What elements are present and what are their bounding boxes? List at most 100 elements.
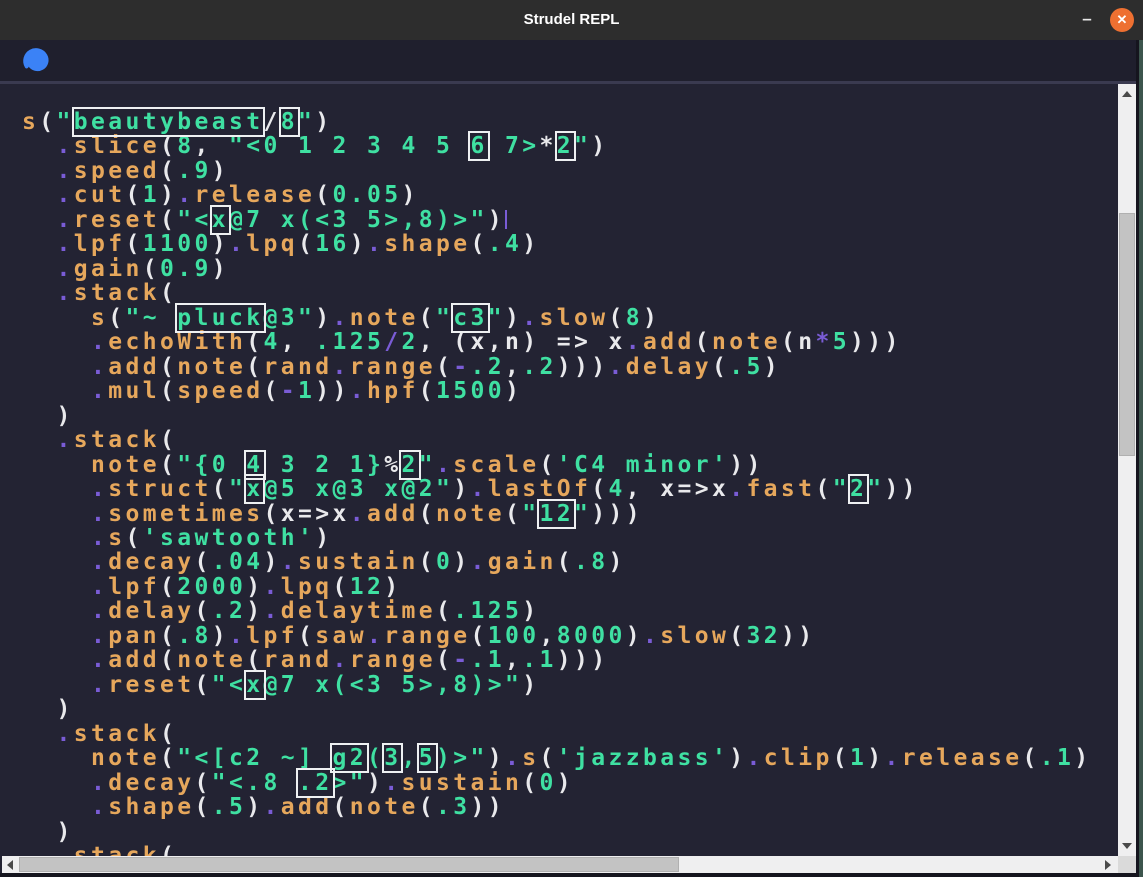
code-token: ( [195,672,212,698]
code-line[interactable]: .reset("<x@7 x(<3 5>,8)>") [22,673,1118,697]
code-line[interactable]: .lpf(1100).lpq(16).shape(.4) [22,232,1118,256]
code-token [22,476,91,502]
code-line[interactable]: note("<[c2 ~] g2(3,5)>").s('jazzbass').c… [22,746,1118,770]
code-line[interactable]: .delay(.2).delaytime(.125) [22,599,1118,623]
horizontal-scrollbar[interactable] [2,856,1118,873]
scroll-down-arrow-icon[interactable] [1122,843,1132,849]
code-token: ) [522,672,539,698]
code-token: ( [609,305,626,331]
code-line[interactable]: note("{0 4 3 2 1}%2".scale('C4 minor')) [22,453,1118,477]
code-line[interactable]: .stack( [22,281,1118,305]
code-token: ( [436,598,453,624]
code-line[interactable]: .stack( [22,722,1118,746]
code-line[interactable]: .gain(0.9) [22,257,1118,281]
code-token: . [57,158,74,184]
code-token: ))) [557,647,609,673]
code-token: lpq [246,231,298,257]
code-token: . [350,378,367,404]
code-token: ( [39,109,56,135]
code-token: 4 [263,329,280,355]
code-line[interactable]: s("beautybeast/8") [22,110,1118,134]
scroll-right-arrow-icon[interactable] [1105,860,1111,870]
highlighted-token: c3 [453,305,488,331]
code-token: ) [160,182,177,208]
code-token: rand [264,354,333,380]
minimize-button[interactable]: – [1075,0,1099,40]
code-token: ) [315,525,332,551]
code-token: ) [212,623,229,649]
code-line[interactable]: ) [22,404,1118,428]
code-line[interactable]: ) [22,697,1118,721]
code-token: ( [471,231,488,257]
code-token: gain [74,256,143,282]
code-line[interactable]: .s('sawtooth') [22,526,1118,550]
code-token: ( [246,647,263,673]
code-line[interactable]: .decay("<.8 .2>").sustain(0) [22,771,1118,795]
code-token: .3 [436,794,471,820]
scroll-left-arrow-icon[interactable] [7,860,13,870]
code-line[interactable]: .shape(.5).add(note(.3)) [22,795,1118,819]
code-token: . [57,182,74,208]
code-token: ( [160,452,177,478]
code-line[interactable]: .mul(speed(-1)).hpf(1500) [22,379,1118,403]
code-token: ) [488,745,505,771]
code-line[interactable]: .echoWith(4, .125/2, (x,n) => x.add(note… [22,330,1118,354]
highlighted-token: 2 [401,452,418,478]
code-token: ) [557,770,574,796]
code-token: . [333,647,350,673]
code-token: ) [764,354,781,380]
code-token: ( [333,574,350,600]
code-token: 'C4 minor' [557,452,729,478]
code-line[interactable]: .add(note(rand.range(-.1,.1))) [22,648,1118,672]
code-token [22,501,91,527]
code-token: 5 [833,329,850,355]
code-token: . [229,623,246,649]
code-line[interactable]: .stack( [22,428,1118,452]
code-token: mul [108,378,160,404]
code-line[interactable]: s("~ pluck@3").note("c3").slow(8) [22,306,1118,330]
code-token: ) [212,256,229,282]
code-token: . [91,525,108,551]
highlighted-token: g2 [332,745,367,771]
code-line[interactable]: .reset("<x@7 x(<3 5>,8)>") [22,208,1118,232]
code-token: ( [315,182,332,208]
code-line[interactable]: .add(note(rand.range(-.2,.2))).delay(.5) [22,355,1118,379]
code-token: note [350,794,419,820]
code-line[interactable]: .cut(1).release(0.05) [22,183,1118,207]
code-line[interactable]: .lpf(2000).lpq(12) [22,575,1118,599]
scroll-up-arrow-icon[interactable] [1122,91,1132,97]
code-token: . [264,794,281,820]
code-token [22,354,91,380]
code-token: ( [522,770,539,796]
code-area[interactable]: s("beautybeast/8") .slice(8, "<0 1 2 3 4… [0,84,1118,856]
code-token: .9 [177,158,212,184]
code-token: ( [160,721,177,747]
code-token: . [384,770,401,796]
code-line[interactable]: .decay(.04).sustain(0).gain(.8) [22,550,1118,574]
horizontal-scroll-thumb[interactable] [19,857,679,872]
code-token: ( [436,647,453,673]
vertical-scroll-thumb[interactable] [1119,213,1135,456]
vertical-scrollbar[interactable] [1118,84,1136,856]
code-token: ) [22,696,74,722]
code-line[interactable]: .struct("x@5 x@3 x@2").lastOf(4, x=>x.fa… [22,477,1118,501]
code-token: add [643,329,695,355]
code-line[interactable]: .slice(8, "<0 1 2 3 4 5 6 7>*2") [22,134,1118,158]
code-editor[interactable]: s("beautybeast/8") .slice(8, "<0 1 2 3 4… [0,84,1118,856]
code-line[interactable]: .speed(.9) [22,159,1118,183]
code-token: ) [212,158,229,184]
code-token: ( [160,623,177,649]
code-token: .1 [522,647,557,673]
titlebar[interactable]: Strudel REPL – ✕ [0,0,1143,40]
code-line[interactable]: .stack( [22,844,1118,856]
code-token: " [298,109,315,135]
window-border-bottom [0,873,1139,877]
code-line[interactable]: ) [22,820,1118,844]
close-button[interactable]: ✕ [1110,8,1134,32]
code-token: sustain [298,549,419,575]
code-token: ( [195,770,212,796]
code-token: ( [160,647,177,673]
code-line[interactable]: .pan(.8).lpf(saw.range(100,8000).slow(32… [22,624,1118,648]
code-token: note [712,329,781,355]
code-line[interactable]: .sometimes(x=>x.add(note("12"))) [22,502,1118,526]
